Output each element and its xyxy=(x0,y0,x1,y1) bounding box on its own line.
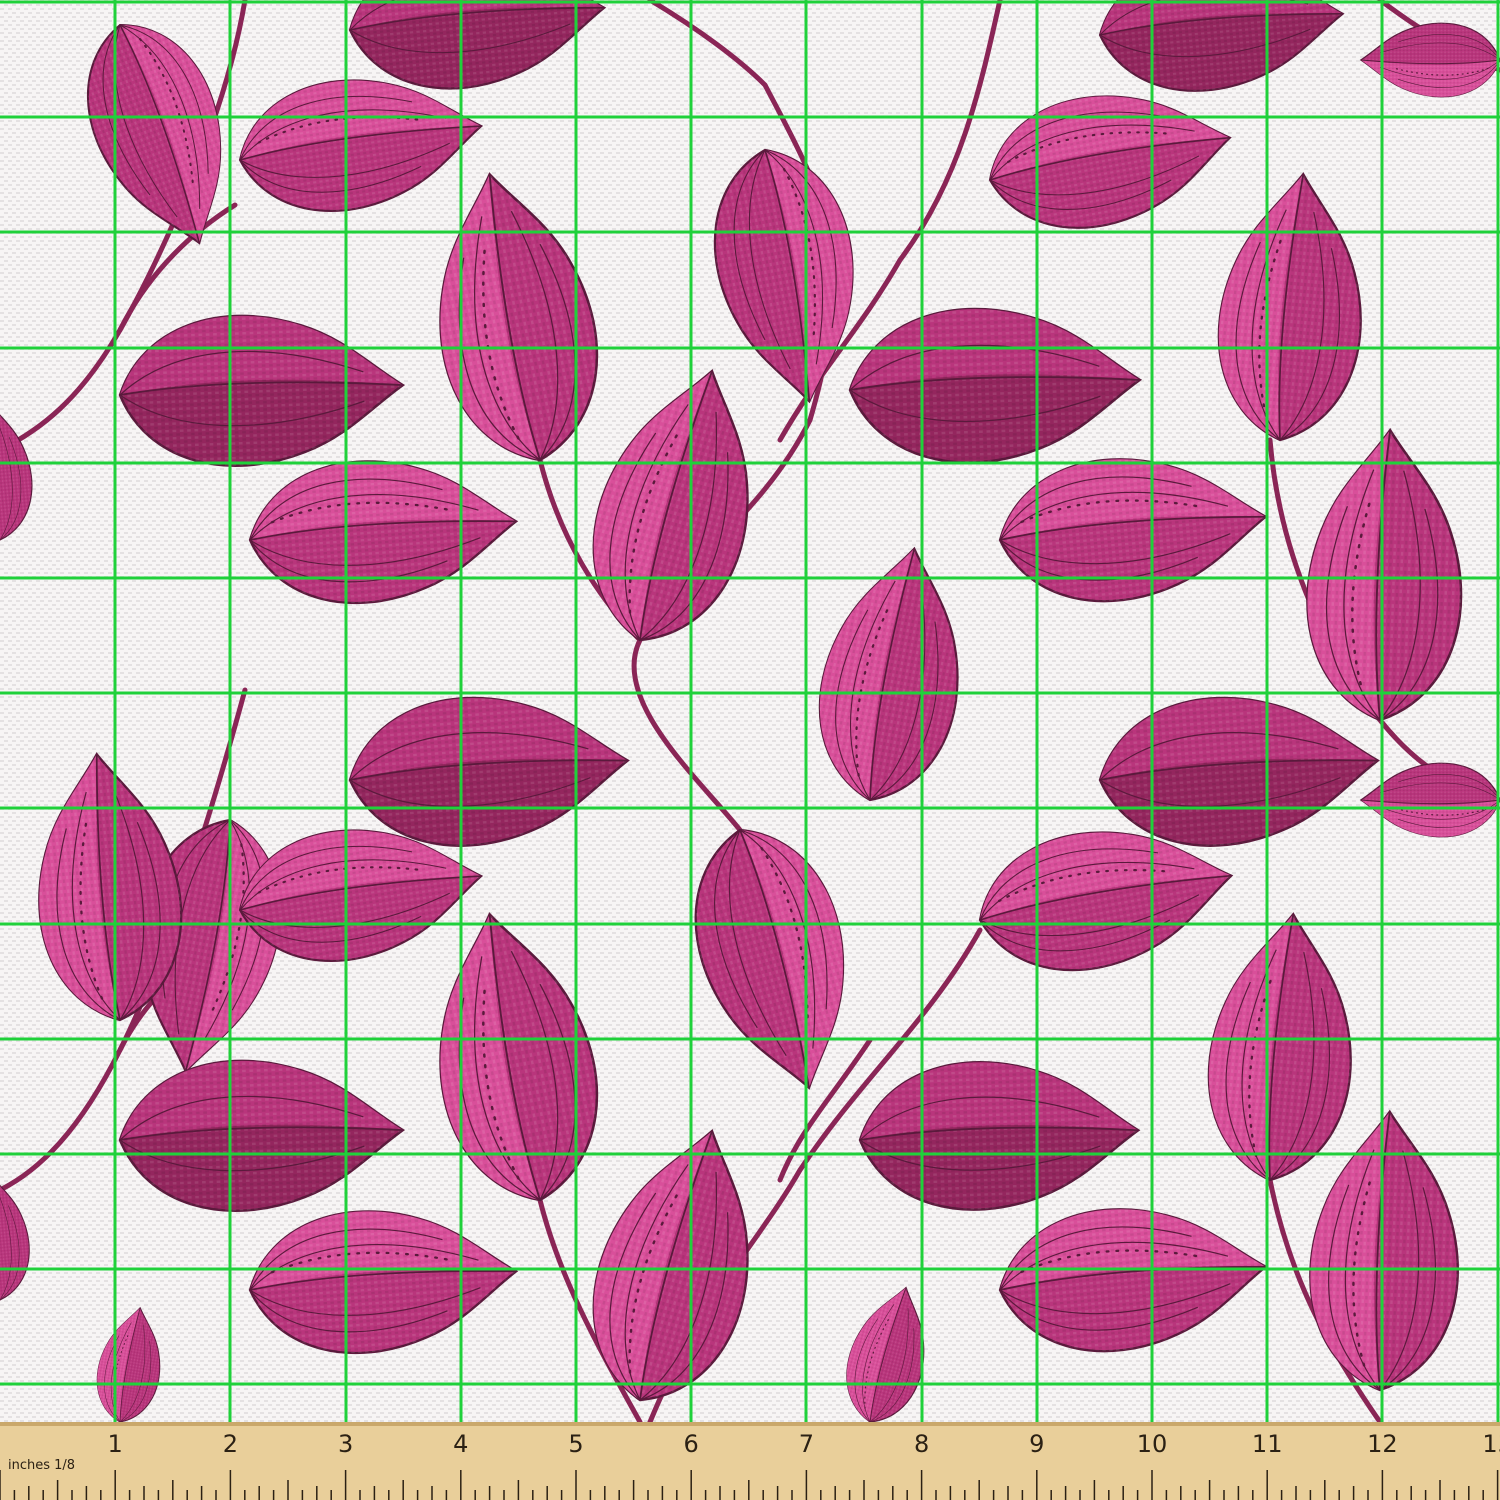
ruler-number: 12 xyxy=(1367,1430,1398,1458)
ruler-number: 8 xyxy=(914,1430,929,1458)
ruler-number: 13 xyxy=(1482,1430,1500,1458)
ruler-number: 2 xyxy=(223,1430,238,1458)
ruler-number: 11 xyxy=(1252,1430,1283,1458)
ruler: 12345678910111213 inches 1/8 xyxy=(0,1422,1500,1500)
ruler-number: 5 xyxy=(568,1430,583,1458)
ruler-number: 4 xyxy=(453,1430,468,1458)
ruler-unit-label: inches 1/8 xyxy=(8,1458,75,1473)
ruler-number: 1 xyxy=(108,1430,123,1458)
ruler-number: 9 xyxy=(1029,1430,1044,1458)
fabric-swatch xyxy=(0,0,1500,1422)
ruler-number: 7 xyxy=(799,1430,814,1458)
ruler-number: 6 xyxy=(684,1430,699,1458)
ruler-number: 3 xyxy=(338,1430,353,1458)
ruler-number: 10 xyxy=(1137,1430,1168,1458)
